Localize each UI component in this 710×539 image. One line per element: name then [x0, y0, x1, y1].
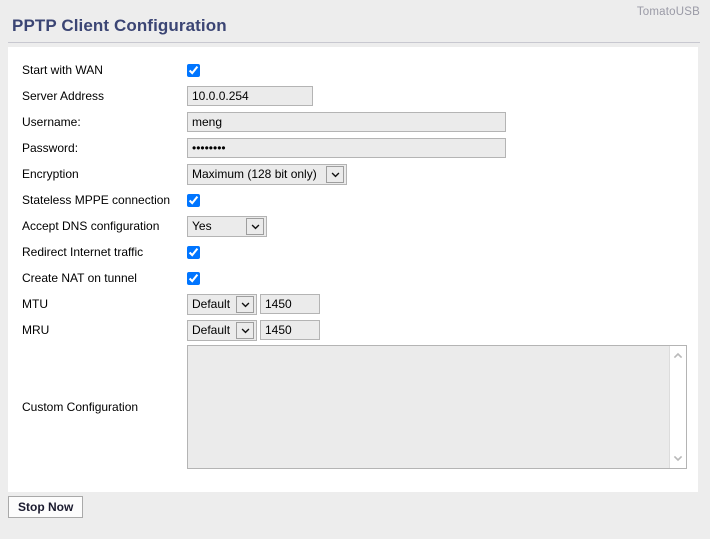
- row-username: Username:: [8, 109, 698, 135]
- mtu-mode-selected-value: Default: [192, 297, 231, 311]
- page-header: TomatoUSB PPTP Client Configuration: [0, 0, 710, 44]
- label-server-address: Server Address: [22, 89, 105, 103]
- label-redirect-internet-traffic: Redirect Internet traffic: [22, 245, 144, 259]
- header-divider: [8, 42, 700, 43]
- redirect-internet-traffic-checkbox[interactable]: [187, 245, 200, 259]
- pptp-client-form: Start with WAN Server Address Username: …: [8, 47, 698, 471]
- config-panel: Start with WAN Server Address Username: …: [8, 47, 698, 492]
- brand-label: TomatoUSB: [636, 6, 700, 18]
- page-title: PPTP Client Configuration: [12, 16, 227, 35]
- label-accept-dns: Accept DNS configuration: [22, 219, 160, 233]
- accept-dns-selected-value: Yes: [192, 219, 212, 233]
- control-mtu: Default: [187, 293, 698, 315]
- row-accept-dns: Accept DNS configuration Yes: [8, 213, 698, 239]
- label-mru: MRU: [22, 323, 50, 337]
- scroll-down-icon[interactable]: [670, 450, 686, 466]
- page-footer: Stop Now: [8, 496, 698, 518]
- mtu-mode-select[interactable]: Default: [187, 293, 257, 315]
- control-encryption: Maximum (128 bit only): [187, 163, 698, 185]
- label-stateless-mppe: Stateless MPPE connection: [22, 193, 171, 207]
- chevron-down-icon: [326, 165, 344, 183]
- control-accept-dns: Yes: [187, 215, 698, 237]
- control-redirect-internet-traffic: [187, 245, 698, 259]
- custom-configuration-textarea[interactable]: [187, 345, 687, 469]
- control-mru: Default: [187, 319, 698, 341]
- row-stateless-mppe: Stateless MPPE connection: [8, 187, 698, 213]
- label-start-with-wan: Start with WAN: [22, 63, 103, 77]
- control-password: [187, 138, 698, 158]
- stop-now-button[interactable]: Stop Now: [8, 496, 84, 518]
- control-create-nat: [187, 271, 698, 285]
- label-password: Password:: [22, 141, 79, 155]
- row-redirect-internet-traffic: Redirect Internet traffic: [8, 239, 698, 265]
- row-create-nat: Create NAT on tunnel: [8, 265, 698, 291]
- row-mru: MRU Default: [8, 317, 698, 343]
- control-server-address: [187, 86, 698, 106]
- row-start-with-wan: Start with WAN: [8, 57, 698, 83]
- row-custom-configuration: Custom Configuration: [8, 343, 698, 471]
- create-nat-checkbox[interactable]: [187, 271, 200, 285]
- chevron-down-icon: [236, 295, 255, 313]
- stateless-mppe-checkbox[interactable]: [187, 193, 200, 207]
- control-stateless-mppe: [187, 193, 698, 207]
- label-username: Username:: [22, 115, 81, 129]
- label-custom-configuration: Custom Configuration: [22, 400, 139, 414]
- scroll-up-icon[interactable]: [670, 348, 686, 364]
- mru-mode-select[interactable]: Default: [187, 319, 257, 341]
- mru-mode-selected-value: Default: [192, 323, 231, 337]
- row-mtu: MTU Default: [8, 291, 698, 317]
- textarea-scrollbar[interactable]: [669, 346, 686, 468]
- username-input[interactable]: [187, 112, 506, 132]
- encryption-selected-value: Maximum (128 bit only): [192, 167, 317, 181]
- control-custom-configuration: [187, 345, 698, 469]
- row-password: Password:: [8, 135, 698, 161]
- chevron-down-icon: [246, 217, 264, 235]
- label-encryption: Encryption: [22, 167, 79, 181]
- label-mtu: MTU: [22, 297, 48, 311]
- chevron-down-icon: [236, 321, 255, 339]
- encryption-select[interactable]: Maximum (128 bit only): [187, 163, 347, 185]
- mtu-value-input[interactable]: [260, 294, 320, 314]
- label-create-nat: Create NAT on tunnel: [22, 271, 137, 285]
- row-encryption: Encryption Maximum (128 bit only): [8, 161, 698, 187]
- mru-value-input[interactable]: [260, 320, 320, 340]
- server-address-input[interactable]: [187, 86, 313, 106]
- control-start-with-wan: [187, 63, 698, 77]
- start-with-wan-checkbox[interactable]: [187, 63, 200, 77]
- custom-configuration-text[interactable]: [188, 346, 669, 468]
- row-server-address: Server Address: [8, 83, 698, 109]
- accept-dns-select[interactable]: Yes: [187, 215, 267, 237]
- password-input[interactable]: [187, 138, 506, 158]
- control-username: [187, 112, 698, 132]
